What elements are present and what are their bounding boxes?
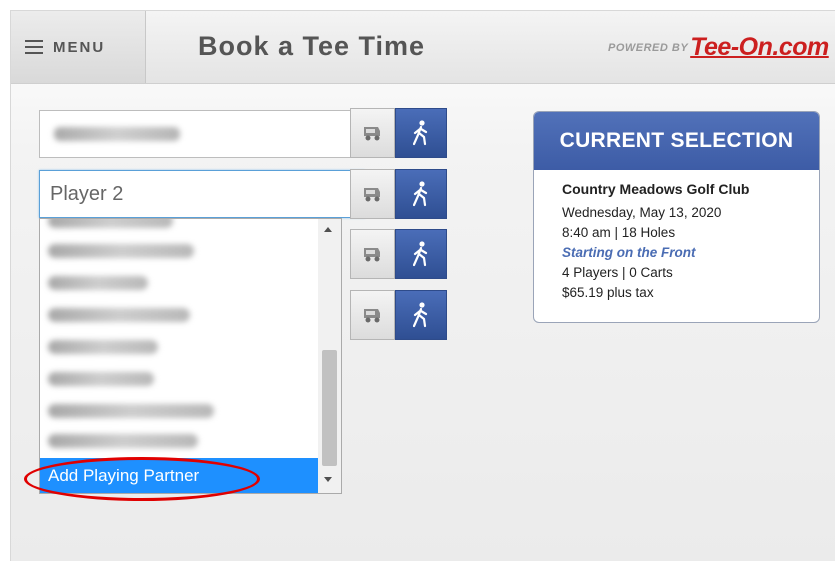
tee-time-holes: 8:40 am | 18 Holes	[562, 225, 676, 240]
golf-cart-icon	[363, 309, 380, 323]
redacted-player-name	[54, 127, 180, 141]
transport-toggle-player3	[350, 229, 447, 279]
list-item[interactable]	[40, 267, 318, 297]
transport-toggle-player1	[350, 108, 447, 158]
club-name: Country Meadows Golf Club	[562, 181, 750, 197]
current-selection-heading: CURRENT SELECTION	[534, 112, 819, 170]
list-item[interactable]	[40, 235, 318, 265]
brand-logo-text: Tee-On.com	[690, 33, 829, 61]
cart-button[interactable]	[350, 108, 395, 158]
hamburger-icon	[25, 40, 43, 54]
transport-toggle-player2	[350, 169, 447, 219]
golf-cart-icon	[363, 127, 380, 141]
starting-hole: Starting on the Front	[562, 245, 696, 260]
menu-label: MENU	[53, 38, 106, 56]
app-frame: MENU Book a Tee Time POWERED BY Tee-On.c…	[10, 10, 835, 561]
transport-toggle-player4	[350, 290, 447, 340]
scrollbar-thumb[interactable]	[322, 350, 337, 466]
walk-button[interactable]	[395, 169, 447, 219]
list-item[interactable]	[40, 219, 318, 235]
walking-person-icon	[413, 241, 428, 267]
player2-field[interactable]	[39, 170, 365, 218]
walk-button[interactable]	[395, 108, 447, 158]
scroll-down-arrow-icon[interactable]	[324, 477, 332, 482]
cart-button[interactable]	[350, 290, 395, 340]
walking-person-icon	[413, 181, 428, 207]
page-title: Book a Tee Time	[198, 31, 426, 61]
list-item[interactable]	[40, 395, 318, 425]
price: $65.19 plus tax	[562, 285, 654, 300]
golf-cart-icon	[363, 248, 380, 262]
tee-date: Wednesday, May 13, 2020	[562, 205, 722, 220]
top-bar: MENU Book a Tee Time POWERED BY Tee-On.c…	[11, 11, 835, 84]
selection-details: Country Meadows Golf Club Wednesday, May…	[534, 170, 819, 303]
current-selection-card: CURRENT SELECTION Country Meadows Golf C…	[533, 111, 820, 323]
list-item[interactable]	[40, 299, 318, 329]
cart-button[interactable]	[350, 229, 395, 279]
menu-button[interactable]: MENU	[11, 11, 146, 83]
powered-by-label: POWERED BY	[608, 41, 689, 54]
player1-field[interactable]	[39, 110, 365, 158]
list-item[interactable]	[40, 363, 318, 393]
list-item[interactable]	[40, 331, 318, 361]
walk-button[interactable]	[395, 290, 447, 340]
player2-input[interactable]	[40, 171, 364, 217]
scroll-up-arrow-icon[interactable]	[324, 227, 332, 232]
golf-cart-icon	[363, 188, 380, 202]
walking-person-icon	[413, 120, 428, 146]
list-item[interactable]	[40, 425, 318, 455]
players-carts: 4 Players | 0 Carts	[562, 265, 673, 280]
walking-person-icon	[413, 302, 428, 328]
tee-on-logo: POWERED BY Tee-On.com	[608, 33, 829, 62]
walk-button[interactable]	[395, 229, 447, 279]
annotation-highlight-circle	[24, 457, 260, 501]
dropdown-scrollbar[interactable]	[318, 219, 341, 493]
cart-button[interactable]	[350, 169, 395, 219]
player-dropdown-list[interactable]: Add Playing Partner	[39, 218, 342, 494]
